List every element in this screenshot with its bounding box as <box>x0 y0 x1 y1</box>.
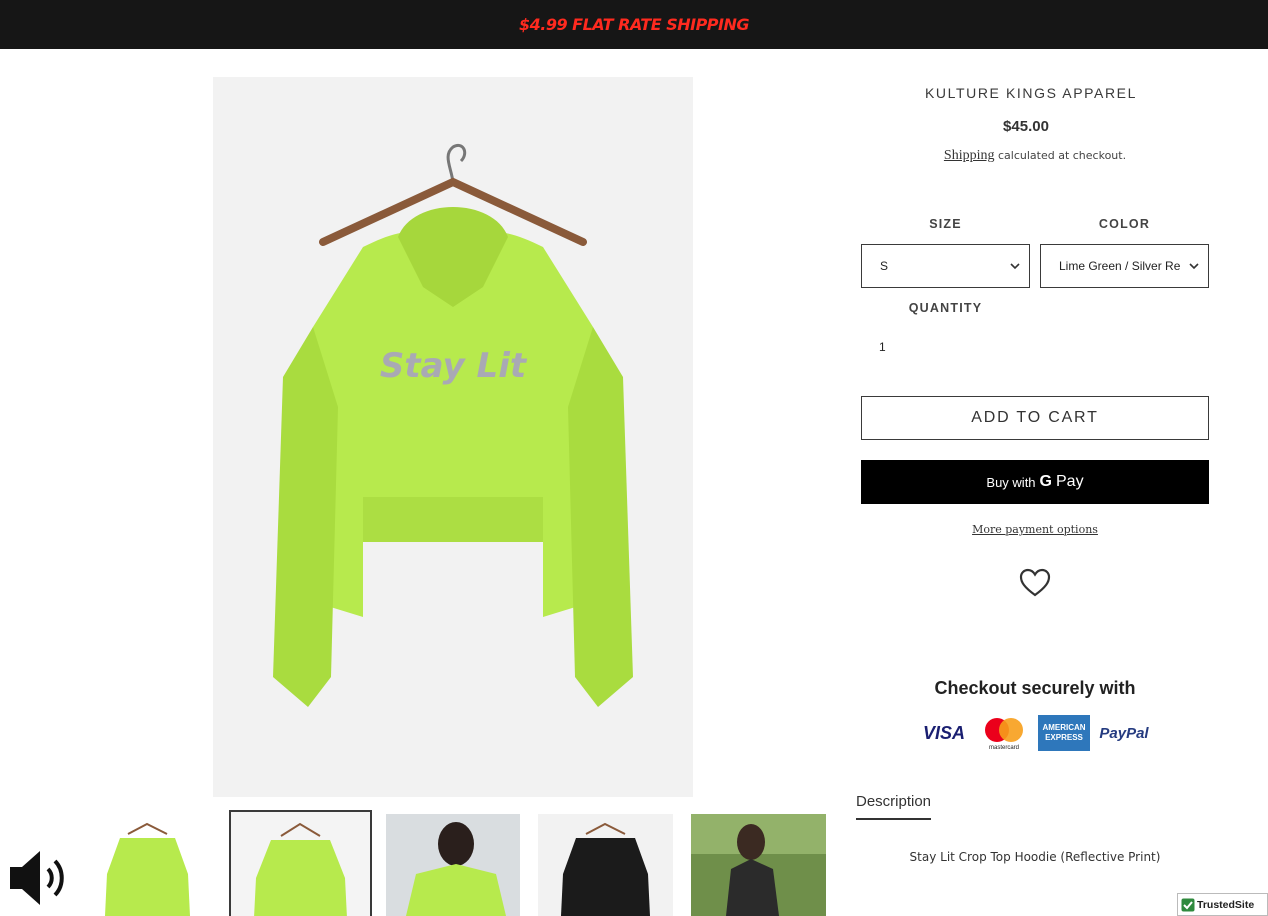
thumbnail-model-lime[interactable] <box>386 814 520 916</box>
color-select-value: Lime Green / Silver Re <box>1059 259 1181 273</box>
thumbnail-lime-hoodie-selected[interactable] <box>229 810 372 916</box>
visa-logo: VISA <box>922 722 965 743</box>
checkout-secure-title: Checkout securely with <box>934 678 1136 698</box>
size-select-value: S <box>880 259 889 273</box>
announcement-text: $4.99 FLAT RATE SHIPPING <box>518 15 750 34</box>
shipping-note: Shipping calculated at checkout. <box>856 148 1214 164</box>
color-select[interactable]: Lime Green / Silver Re <box>1040 244 1209 288</box>
mastercard-logo: mastercard <box>978 715 1030 751</box>
hoodie-illustration: Stay Lit <box>213 77 693 797</box>
size-select[interactable]: S <box>861 244 1030 288</box>
check-icon <box>1181 898 1195 911</box>
size-label: SIZE <box>929 217 962 231</box>
quantity-label: QUANTITY <box>908 301 983 315</box>
add-to-cart-button[interactable]: ADD TO CART <box>861 396 1209 440</box>
product-main-image[interactable]: Stay Lit <box>213 77 693 797</box>
hoodie-print-text: Stay Lit <box>380 346 528 386</box>
chevron-down-icon <box>1189 263 1199 270</box>
paypal-logo: PayPal <box>1099 724 1149 742</box>
more-payment-options-link[interactable]: More payment options <box>861 523 1209 536</box>
product-price: $45.00 <box>1003 118 1049 135</box>
trustedsite-label: TrustedSite <box>1197 898 1255 911</box>
chevron-down-icon <box>1010 263 1020 270</box>
description-text: Stay Lit Crop Top Hoodie (Reflective Pri… <box>909 850 1161 864</box>
quantity-input[interactable]: 1 <box>861 333 951 361</box>
amex-logo: AMERICAN EXPRESS <box>1038 715 1090 751</box>
google-g-icon: G <box>1039 473 1052 490</box>
thumbnail-black-hoodie[interactable] <box>538 814 673 916</box>
announcement-bar: $4.99 FLAT RATE SHIPPING <box>0 0 1268 49</box>
speaker-icon[interactable] <box>6 845 72 911</box>
pay-label: Pay <box>1056 473 1084 490</box>
tab-description[interactable]: Description <box>856 793 932 820</box>
svg-text:mastercard: mastercard <box>989 745 1019 751</box>
color-label: COLOR <box>1098 217 1151 231</box>
thumbnail-model-black[interactable] <box>691 814 826 916</box>
google-pay-button[interactable]: Buy with G Pay <box>861 460 1209 504</box>
thumbnail-strip <box>80 810 840 916</box>
heart-icon[interactable] <box>1019 568 1051 598</box>
buy-with-label: Buy with <box>986 474 1036 490</box>
shipping-note-text: calculated at checkout. <box>997 149 1127 162</box>
shipping-link[interactable]: Shipping <box>944 148 995 163</box>
payment-card-logos: VISA mastercard AMERICAN EXPRESS PayPal <box>918 715 1150 751</box>
thumbnail-lime-hoodie[interactable] <box>80 814 215 916</box>
trustedsite-badge[interactable]: TrustedSite <box>1177 893 1268 916</box>
product-vendor: KULTURE KINGS APPAREL <box>924 85 1138 101</box>
